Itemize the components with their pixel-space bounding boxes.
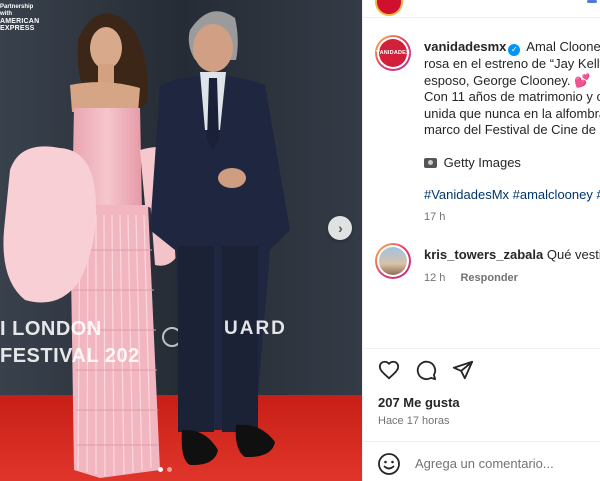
comment-button[interactable] (413, 357, 439, 383)
reply-button[interactable]: Responder (460, 272, 517, 284)
sponsor-name-line1: AMERICAN (0, 18, 40, 25)
avatar (379, 247, 407, 275)
backdrop-text-festival: FESTIVAL 202 (0, 345, 140, 367)
add-comment-bar (363, 441, 600, 481)
backdrop-text-brand: UARD (224, 318, 287, 339)
camera-icon (424, 157, 437, 168)
comment-bubble-icon (416, 360, 437, 381)
carousel-next-button[interactable]: › (328, 216, 352, 240)
verified-badge-icon: ✓ (508, 44, 521, 56)
hearts-emoji-icon: 💕 (574, 72, 591, 88)
emoji-button[interactable] (377, 452, 401, 476)
sponsor-logo: Partnership with AMERICAN EXPRESS (0, 4, 42, 32)
backdrop-text-london: I LONDON (0, 318, 102, 340)
caption-timestamp[interactable]: 17 h (424, 211, 445, 223)
caption-line-5: unida que nunca en la alfombra ro (424, 105, 600, 121)
post-photo[interactable]: Partnership with AMERICAN EXPRESS I LOND… (0, 0, 362, 481)
post-image (0, 0, 362, 481)
avatar[interactable] (375, 0, 403, 16)
caption-avatar[interactable]: VANIDADES (375, 35, 411, 71)
caption-line-2: rosa en el estreno de “Jay Kelly” a (424, 56, 600, 71)
likes-count[interactable]: 207 Me gusta (378, 395, 460, 410)
caption-hashtags[interactable]: #VanidadesMx #amalclooney # (424, 187, 600, 204)
comment-input[interactable] (415, 453, 600, 473)
chevron-right-icon: › (338, 220, 343, 236)
caption-line-3: esposo, George Clooney. (424, 72, 575, 88)
post-actions: 207 Me gusta Hace 17 horas (363, 348, 600, 481)
heart-icon (378, 360, 400, 380)
smiley-icon (378, 453, 400, 475)
sponsor-label: Partnership with (0, 4, 34, 17)
share-button[interactable] (450, 357, 476, 383)
comment-avatar[interactable] (375, 243, 411, 279)
post-side-panel: VANIDADES vanidadesmx✓ Amal Clooney luce… (362, 0, 600, 481)
comment-timestamp[interactable]: 12 h (424, 272, 445, 284)
comments-section: VANIDADES vanidadesmx✓ Amal Clooney luce… (363, 28, 600, 348)
previous-post-strip (363, 0, 600, 18)
like-button[interactable] (376, 357, 402, 383)
sponsor-name-line2: EXPRESS (0, 25, 35, 32)
caption-line-6: marco del Festival de Cine de Lon (424, 122, 600, 137)
carousel-dot-2 (167, 467, 172, 472)
comment-text: kris_towers_zabala Qué vestido (424, 247, 600, 263)
comment-username[interactable]: kris_towers_zabala (424, 247, 543, 262)
comment-body: Qué vestido (546, 247, 600, 262)
follow-button-partial[interactable] (587, 0, 597, 3)
caption-text: vanidadesmx✓ Amal Clooney luce e rosa en… (424, 39, 600, 204)
carousel-dot-1 (158, 467, 163, 472)
caption-line-1: Amal Clooney luce e (526, 39, 600, 54)
post-timestamp[interactable]: Hace 17 horas (378, 415, 450, 427)
photo-credit: Getty Images (443, 154, 521, 170)
carousel-indicator (158, 467, 172, 472)
caption-username[interactable]: vanidadesmx (424, 39, 506, 54)
caption-line-4: Con 11 años de matrimonio y con (424, 89, 600, 104)
paper-plane-icon (452, 360, 474, 380)
comment-meta: 12 h Responder (424, 272, 518, 284)
vanidades-logo: VANIDADES (376, 39, 410, 67)
